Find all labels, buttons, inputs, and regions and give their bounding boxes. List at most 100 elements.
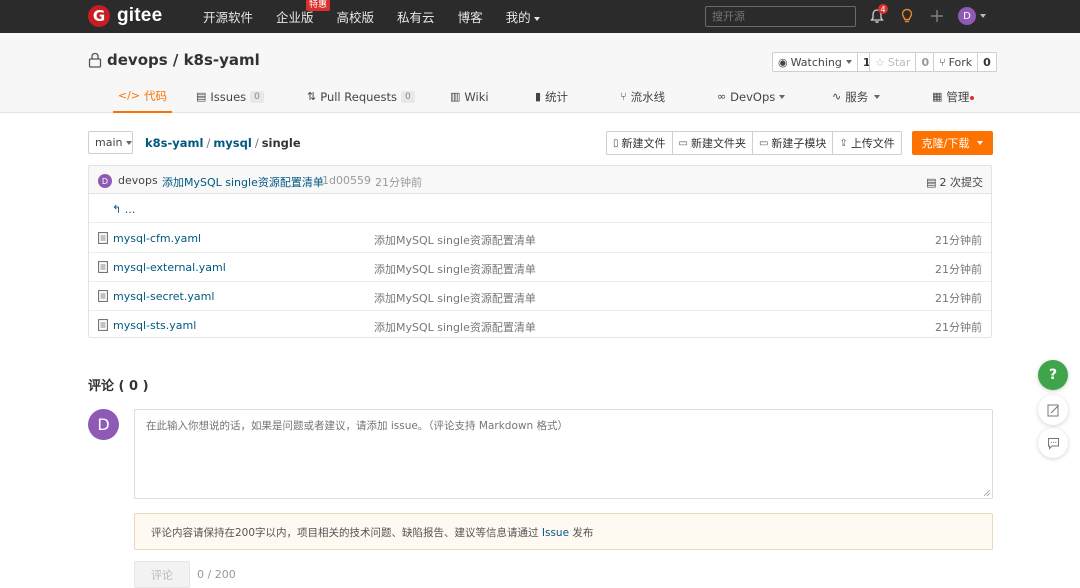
tab-wiki[interactable]: ▥ Wiki	[450, 80, 489, 113]
breadcrumb-repo[interactable]: k8s-yaml	[145, 136, 203, 150]
pulse-icon: ∿	[832, 90, 842, 103]
new-folder-button[interactable]: ▭ 新建文件夹	[673, 132, 753, 154]
file-commit-message[interactable]: 添加MySQL single资源配置清单	[374, 290, 536, 306]
tab-services[interactable]: ∿ 服务	[832, 80, 881, 113]
nav-mine[interactable]: 我的	[506, 7, 540, 26]
file-name[interactable]: mysql-secret.yaml	[113, 290, 214, 303]
chevron-down-icon	[977, 141, 984, 145]
file-icon	[98, 290, 108, 302]
tab-pull-requests-label: Pull Requests	[320, 89, 397, 104]
repo-title[interactable]: devops / k8s-yaml	[107, 51, 260, 69]
parent-dir-row[interactable]: ↰ ...	[89, 195, 991, 223]
branch-selector[interactable]: main	[88, 131, 133, 154]
file-icon	[98, 319, 108, 331]
nav-enterprise[interactable]: 企业版 特惠	[276, 0, 331, 26]
fork-label: Fork	[948, 55, 973, 69]
char-count: 0 / 200	[197, 568, 236, 581]
watch-button[interactable]: ◉ Watching 1	[772, 52, 877, 72]
file-time: 21分钟前	[935, 321, 982, 334]
tab-pipeline[interactable]: ⑂ 流水线	[620, 80, 665, 113]
commit-sha[interactable]: 1d00559	[322, 174, 371, 187]
watch-label: Watching	[790, 55, 842, 69]
chat-bubble-icon	[1047, 437, 1059, 450]
help-button[interactable]: ?	[1038, 360, 1068, 390]
file-icon	[98, 232, 108, 244]
notice-issue-link[interactable]: Issue	[542, 527, 569, 539]
star-button[interactable]: ☆ Star 0	[869, 52, 936, 72]
resize-grip-icon[interactable]	[983, 489, 991, 497]
lightbulb-icon[interactable]	[899, 8, 915, 24]
feedback-button[interactable]	[1038, 395, 1068, 425]
clone-label: 克隆/下载	[921, 137, 970, 150]
clone-download-button[interactable]: 克隆/下载	[912, 131, 993, 155]
parent-dir-link[interactable]: ↰ ...	[112, 203, 135, 216]
fork-count[interactable]: 0	[977, 53, 996, 71]
chevron-down-icon	[533, 16, 540, 21]
file-name[interactable]: mysql-sts.yaml	[113, 319, 196, 332]
star-count[interactable]: 0	[915, 53, 934, 71]
tab-pull-requests[interactable]: ⇅ Pull Requests 0	[307, 80, 415, 113]
commit-history-icon: ▤	[926, 176, 937, 189]
notification-count-badge: 4	[878, 4, 888, 14]
comment-input[interactable]	[134, 409, 993, 499]
manage-alert-dot	[970, 95, 975, 100]
issues-icon: ▤	[196, 90, 207, 103]
nav-blog[interactable]: 博客	[458, 7, 483, 26]
comment-notice: 评论内容请保持在200字以内，项目相关的技术问题、缺陷报告、建议等信息请通过 I…	[134, 513, 993, 550]
commit-author[interactable]: devops	[118, 174, 158, 187]
nav-university[interactable]: 高校版	[337, 7, 375, 26]
commit-author-avatar[interactable]: D	[98, 174, 112, 188]
repo-header: devops / k8s-yaml ◉ Watching 1 ☆ Star 0 ⑂ F…	[0, 33, 1080, 113]
file-time: 21分钟前	[935, 234, 982, 247]
tab-issues[interactable]: ▤ Issues 0	[196, 80, 264, 113]
search-input[interactable]	[705, 6, 856, 27]
table-row[interactable]: mysql-cfm.yaml 添加MySQL single资源配置清单 21分钟…	[89, 224, 991, 253]
pull-request-icon: ⇅	[307, 90, 317, 103]
user-avatar[interactable]: D	[958, 7, 976, 25]
tab-services-label: 服务	[845, 89, 869, 104]
commit-message[interactable]: 添加MySQL single资源配置清单	[162, 174, 324, 190]
commit-time: 21分钟前	[375, 176, 422, 189]
infinity-icon: ∞	[717, 90, 727, 103]
file-commit-message[interactable]: 添加MySQL single资源配置清单	[374, 261, 536, 277]
table-row[interactable]: mysql-secret.yaml 添加MySQL single资源配置清单 2…	[89, 282, 991, 311]
tab-code[interactable]: </> 代码	[113, 80, 172, 113]
nav-private-cloud[interactable]: 私有云	[397, 7, 435, 26]
file-icon: ▯	[613, 137, 619, 149]
tab-stats-label: 统计	[545, 89, 569, 104]
new-file-button[interactable]: ▯ 新建文件	[607, 132, 673, 154]
submodule-icon: ▭	[758, 137, 769, 149]
tab-stats[interactable]: ▮ 统计	[535, 80, 568, 113]
chevron-down-icon[interactable]	[980, 14, 986, 18]
file-actions-group: ▯ 新建文件 ▭ 新建文件夹 ▭ 新建子模块 ⇪ 上传文件	[606, 131, 902, 155]
tab-manage[interactable]: ▦ 管理	[932, 80, 975, 113]
file-commit-message[interactable]: 添加MySQL single资源配置清单	[374, 232, 536, 248]
file-list-box: D devops 添加MySQL single资源配置清单 1d00559 21…	[88, 165, 992, 338]
file-commit-message[interactable]: 添加MySQL single资源配置清单	[374, 319, 536, 335]
tab-code-label: 代码	[144, 88, 168, 103]
commit-count-link[interactable]: ▤ 2 次提交	[926, 174, 983, 190]
file-name[interactable]: mysql-cfm.yaml	[113, 232, 201, 245]
repo-tabs: </> 代码 ▤ Issues 0 ⇅ Pull Requests 0 ▥ Wiki ▮ 统计…	[88, 80, 992, 113]
breadcrumb-folder[interactable]: mysql	[213, 136, 252, 150]
new-submodule-button[interactable]: ▭ 新建子模块	[753, 132, 834, 154]
gitee-logo[interactable]: G gitee	[88, 5, 162, 27]
back-arrow-icon: ↰	[112, 203, 125, 216]
plus-icon[interactable]	[929, 8, 945, 24]
upload-file-button[interactable]: ⇪ 上传文件	[833, 132, 900, 154]
branch-label: main	[95, 136, 123, 149]
gitee-logo-icon: G	[88, 5, 110, 27]
star-label: Star	[887, 55, 911, 69]
new-folder-label: 新建文件夹	[690, 137, 746, 150]
bar-chart-icon: ▮	[535, 90, 542, 103]
table-row[interactable]: mysql-external.yaml 添加MySQL single资源配置清单…	[89, 253, 991, 282]
tab-devops[interactable]: ∞ DevOps	[717, 80, 786, 113]
submit-comment-button[interactable]: 评论	[134, 561, 190, 588]
pipeline-icon: ⑂	[620, 90, 627, 103]
table-row[interactable]: mysql-sts.yaml 添加MySQL single资源配置清单 21分钟…	[89, 311, 991, 340]
nav-open-source[interactable]: 开源软件	[203, 7, 253, 26]
fork-button[interactable]: ⑂ Fork 0	[933, 52, 997, 72]
notice-text-before: 评论内容请保持在200字以内，项目相关的技术问题、缺陷报告、建议等信息请通过	[151, 527, 542, 539]
chat-button[interactable]	[1038, 428, 1068, 458]
file-name[interactable]: mysql-external.yaml	[113, 261, 226, 274]
